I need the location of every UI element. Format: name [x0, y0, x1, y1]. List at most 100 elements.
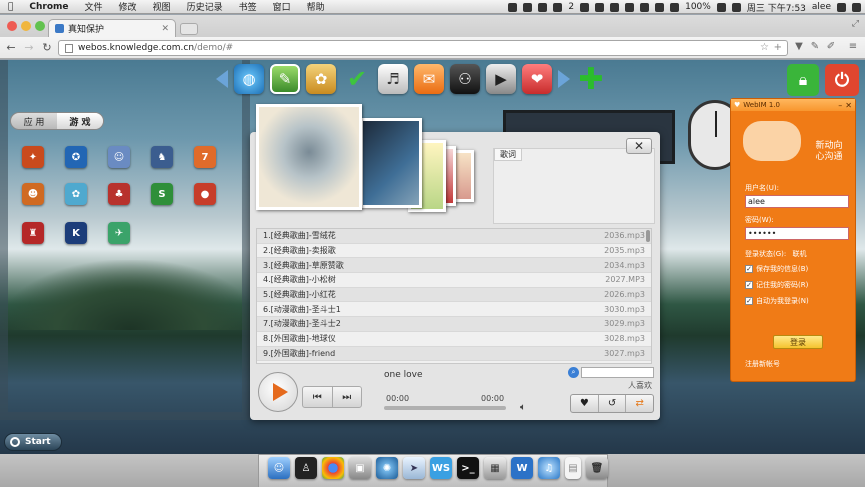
paint-icon[interactable]: ✿ [306, 64, 336, 94]
like-icon[interactable]: ♥ [571, 395, 599, 412]
option-auto-login[interactable]: ✓ 自动为我登录(N) [745, 296, 809, 306]
trash-icon[interactable]: 🗑︎ [586, 457, 608, 479]
game-9[interactable]: S [151, 183, 173, 205]
flag-icon[interactable] [731, 2, 741, 12]
fullscreen-icon[interactable]: ⤢ [852, 19, 859, 29]
game-1[interactable]: ✦ [22, 146, 44, 168]
start-button[interactable]: Start [4, 433, 62, 451]
pen-extension-icon[interactable]: ✎ [808, 41, 822, 55]
preview-icon[interactable]: ▣ [349, 457, 371, 479]
repeat-one-icon[interactable]: ↺ [599, 395, 627, 412]
tab-games[interactable]: 游 戏 [57, 113, 103, 129]
check-icon[interactable]: ✔ [342, 64, 372, 94]
document-icon[interactable]: ▤ [565, 457, 581, 479]
zoom-window-icon[interactable] [35, 21, 45, 31]
next-track-icon[interactable]: ⏭ [333, 387, 362, 407]
loop-icon[interactable]: ⇄ [626, 395, 653, 412]
arrow-left-icon[interactable] [216, 70, 228, 88]
screen-icon[interactable] [580, 2, 590, 12]
volume-icon[interactable]: 🔈︎ [520, 402, 526, 413]
game-12[interactable]: K [65, 222, 87, 244]
forward-icon[interactable]: → [22, 41, 36, 54]
word-icon[interactable]: W [511, 457, 533, 479]
notification-icon[interactable] [852, 2, 861, 12]
login-status-select[interactable]: 联机 [792, 250, 806, 258]
lock-icon[interactable]: 🔒︎ [787, 64, 819, 96]
menu-view[interactable]: 视图 [145, 0, 179, 13]
menubar-clock[interactable]: 周三 下午7:53 [747, 1, 806, 14]
battery-icon[interactable] [716, 2, 726, 12]
game-4[interactable]: ♞ [151, 146, 173, 168]
checkbox-checked-icon[interactable]: ✓ [745, 297, 753, 305]
username-field[interactable]: alee [745, 195, 849, 208]
photos-icon[interactable]: ▦ [484, 457, 506, 479]
new-tab-button[interactable] [180, 23, 198, 35]
apple-menu-icon[interactable]:  [0, 2, 21, 12]
count-badge-icon[interactable] [553, 2, 563, 12]
menu-window[interactable]: 窗口 [265, 0, 299, 13]
search-status-icon[interactable] [595, 2, 605, 12]
playlist-row[interactable]: 9.[外国歌曲]-friend 3027.mp3 [257, 346, 651, 362]
bluetooth-icon[interactable] [640, 2, 650, 12]
menu-help[interactable]: 帮助 [299, 0, 333, 13]
playlist-row[interactable]: 3.[经典歌曲]-草原赞歌 2034.mp3 [257, 258, 651, 274]
tab-active[interactable]: 真知保护 ✕ [48, 19, 176, 37]
sync-icon[interactable] [538, 2, 548, 12]
webim-minimize-icon[interactable]: – [838, 101, 842, 110]
previous-track-icon[interactable]: ⏮ [303, 387, 333, 407]
qq-status-icon[interactable] [523, 2, 533, 12]
chat-icon[interactable]: ✉ [414, 64, 444, 94]
game-11[interactable]: ♜ [22, 222, 44, 244]
volume-status-icon[interactable] [610, 2, 620, 12]
media-icon[interactable]: ♬ [378, 64, 408, 94]
game-8[interactable]: ♣ [108, 183, 130, 205]
gamepad-icon[interactable]: ⚇ [450, 64, 480, 94]
playlist-row[interactable]: 4.[经典歌曲]-小松树 2027.MP3 [257, 273, 651, 288]
browser-icon[interactable]: ◍ [234, 64, 264, 94]
option-remember-password[interactable]: ✓ 记住我的密码(R) [745, 280, 808, 290]
playlist-row[interactable]: 2.[经典歌曲]-卖报歌 2035.mp3 [257, 244, 651, 259]
video-icon[interactable]: ▶ [486, 64, 516, 94]
menu-file[interactable]: 文件 [77, 0, 111, 13]
option-save-info[interactable]: ✓ 保存我的信息(B) [745, 264, 808, 274]
menu-edit[interactable]: 修改 [111, 0, 145, 13]
bookmark-star-icon[interactable]: ☆ [760, 42, 769, 53]
checkbox-checked-icon[interactable]: ✓ [745, 265, 753, 273]
webim-close-icon[interactable]: ✕ [845, 101, 852, 110]
menu-chrome[interactable]: Chrome [21, 2, 76, 12]
spotlight-icon[interactable] [837, 2, 846, 12]
chrome-menu-icon[interactable]: ≡ [846, 41, 860, 55]
playlist-row[interactable]: 1.[经典歌曲]-雪绒花 2036.mp3 [257, 229, 651, 244]
wrench-extension-icon[interactable]: ✐ [824, 41, 838, 55]
finder-icon[interactable]: ☺ [268, 457, 290, 479]
search-icon[interactable]: ⌕ [568, 366, 579, 378]
add-icon[interactable]: + [774, 42, 782, 53]
lyrics-tab[interactable]: 歌词 [494, 148, 522, 161]
time-machine-icon[interactable] [625, 2, 635, 12]
network-icon[interactable]: ✺ [376, 457, 398, 479]
tools-icon[interactable]: ✎ [270, 64, 300, 94]
playlist-row[interactable]: 5.[经典歌曲]-小红花 2026.mp3 [257, 287, 651, 303]
tab-apps[interactable]: 应 用 [11, 113, 57, 129]
album-cover-1[interactable] [256, 104, 362, 210]
menu-bookmarks[interactable]: 书签 [231, 0, 265, 13]
game-5[interactable]: 7 [194, 146, 216, 168]
album-cover-2[interactable] [360, 118, 422, 208]
login-button[interactable]: 登录 [773, 335, 823, 349]
wifi-icon[interactable] [655, 2, 665, 12]
game-3[interactable]: ☺ [108, 146, 130, 168]
mail-icon[interactable]: ➤ [403, 457, 425, 479]
back-icon[interactable]: ← [4, 41, 18, 54]
terminal-icon[interactable]: >_ [457, 457, 479, 479]
game-13[interactable]: ✈ [108, 222, 130, 244]
game-7[interactable]: ✿ [65, 183, 87, 205]
search-input[interactable] [581, 366, 654, 378]
plus-icon[interactable]: ✚ [576, 62, 606, 97]
game-10[interactable]: ● [194, 183, 216, 205]
minimize-window-icon[interactable] [21, 21, 31, 31]
register-link[interactable]: 注册新帐号 [745, 359, 780, 369]
menubar-user[interactable]: alee [812, 2, 831, 12]
checkbox-checked-icon[interactable]: ✓ [745, 281, 753, 289]
cursor-icon[interactable] [508, 2, 518, 12]
qq-icon[interactable]: ♙ [295, 457, 317, 479]
